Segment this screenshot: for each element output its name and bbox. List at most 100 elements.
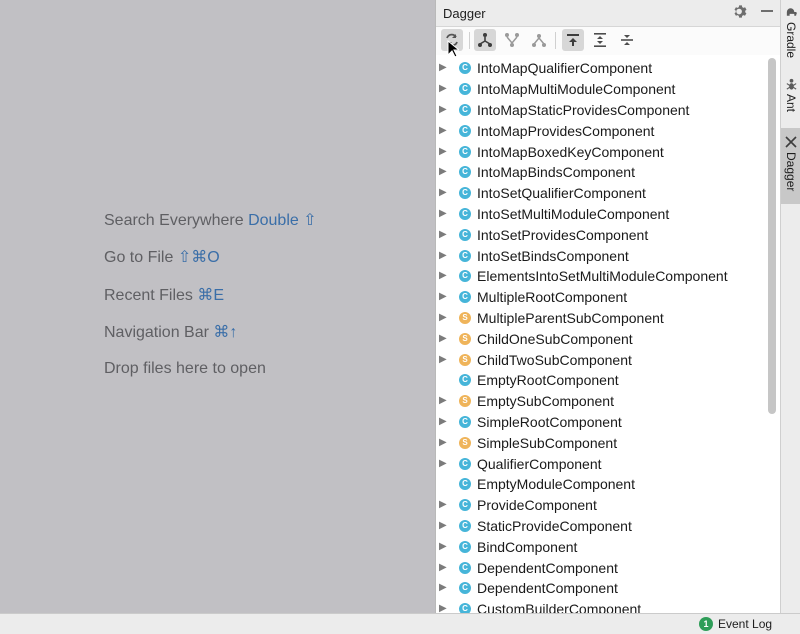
event-count-badge: 1 xyxy=(699,617,713,631)
show-children-button[interactable] xyxy=(528,29,550,51)
expand-arrow-icon[interactable]: ▶ xyxy=(439,458,448,469)
tree-row[interactable]: ▶ C SimpleRootComponent xyxy=(436,412,766,433)
hint-drop-files: Drop files here to open xyxy=(104,360,266,378)
event-log-button[interactable]: 1 Event Log xyxy=(699,617,772,631)
tree-row[interactable]: ▶ C StaticProvideComponent xyxy=(436,516,766,537)
tree-row[interactable]: ▶ C IntoMapMultiModuleComponent xyxy=(436,79,766,100)
expand-arrow-icon[interactable]: ▶ xyxy=(439,292,448,302)
expand-arrow-icon[interactable]: ▶ xyxy=(439,333,448,344)
expand-arrow-icon[interactable]: ▶ xyxy=(439,354,448,365)
tree-row[interactable]: ▶ C IntoMapQualifierComponent xyxy=(436,58,766,79)
component-icon: C xyxy=(459,603,471,613)
component-icon: C xyxy=(459,540,471,553)
autoscroll-button[interactable] xyxy=(562,29,584,51)
tree-row[interactable]: ▶ C IntoMapProvidesComponent xyxy=(436,120,766,141)
component-icon: C xyxy=(459,124,471,137)
tree-row-label: QualifierComponent xyxy=(477,455,602,472)
subcomponent-icon: S xyxy=(459,436,471,449)
stripe-tab-dagger[interactable]: Dagger xyxy=(781,128,800,204)
expand-all-icon xyxy=(594,33,606,47)
tree-row-label: MultipleParentSubComponent xyxy=(477,309,664,326)
tree-row[interactable]: ▶ S MultipleParentSubComponent xyxy=(436,308,766,329)
tree-row-label: IntoSetProvidesComponent xyxy=(477,226,649,243)
tree-row[interactable]: ▶ S ChildOneSubComponent xyxy=(436,328,766,349)
expand-arrow-icon[interactable]: ▶ xyxy=(439,312,448,323)
tree-row-label: ProvideComponent xyxy=(477,497,597,514)
expand-arrow-icon[interactable]: ▶ xyxy=(439,604,448,613)
tree-row[interactable]: ▶ C MultipleRootComponent xyxy=(436,287,766,308)
component-icon: C xyxy=(459,561,471,574)
hint-text: Navigation Bar xyxy=(104,324,214,341)
tree-row-label: IntoSetQualifierComponent xyxy=(477,185,646,202)
expand-arrow-icon[interactable]: ▶ xyxy=(439,146,448,157)
expand-arrow-icon[interactable]: ▶ xyxy=(439,541,448,552)
expand-arrow-icon[interactable]: ▶ xyxy=(439,63,448,73)
tree-row[interactable]: ▶ C DependentComponent xyxy=(436,578,766,599)
expand-arrow-icon[interactable]: ▶ xyxy=(439,500,448,510)
expand-arrow-icon[interactable]: ▶ xyxy=(439,84,448,94)
tree-row[interactable]: ▶ C BindComponent xyxy=(436,536,766,557)
component-icon: C xyxy=(459,519,471,532)
expand-arrow-icon[interactable]: ▶ xyxy=(439,520,448,531)
component-icon: C xyxy=(459,457,471,470)
tree-row[interactable]: ▶ C IntoSetQualifierComponent xyxy=(436,183,766,204)
expand-arrow-icon[interactable]: ▶ xyxy=(439,188,448,198)
tree-row-label: IntoMapBoxedKeyComponent xyxy=(477,143,664,160)
component-icon: C xyxy=(459,207,471,220)
hint-text: Drop files here to open xyxy=(104,360,266,377)
hint-shortcut: ⌘↑ xyxy=(213,324,238,341)
gear-icon[interactable] xyxy=(731,4,749,22)
subcomponent-icon: S xyxy=(459,395,471,408)
expand-arrow-icon[interactable]: ▶ xyxy=(439,271,448,281)
tree-row[interactable]: ▶ S EmptySubComponent xyxy=(436,391,766,412)
tree-row[interactable]: ▶ S ChildTwoSubComponent xyxy=(436,349,766,370)
collapse-all-button[interactable] xyxy=(616,29,638,51)
hint-text: Recent Files xyxy=(104,287,198,304)
tree-row-label: EmptyRootComponent xyxy=(477,372,619,389)
tree-row[interactable]: ▶ C IntoMapBindsComponent xyxy=(436,162,766,183)
dagger-icon xyxy=(785,136,797,148)
tree-row[interactable]: ▶ C IntoSetMultiModuleComponent xyxy=(436,204,766,225)
tree-row[interactable]: ▶ C QualifierComponent xyxy=(436,453,766,474)
tree-row-label: BindComponent xyxy=(477,538,578,555)
expand-arrow-icon[interactable]: ▶ xyxy=(439,396,448,406)
tree-row-label: CustomBuilderComponent xyxy=(477,601,642,613)
tree-row-label: IntoSetMultiModuleComponent xyxy=(477,205,670,222)
expand-arrow-icon[interactable]: ▶ xyxy=(439,167,448,177)
expand-arrow-icon[interactable]: ▶ xyxy=(439,104,448,115)
stripe-tab-gradle[interactable]: Gradle xyxy=(781,6,800,68)
expand-arrow-icon[interactable]: ▶ xyxy=(439,229,448,240)
stripe-tab-ant[interactable]: Ant xyxy=(781,78,800,122)
show-dependency-graph-button[interactable] xyxy=(474,29,496,51)
tree-row[interactable]: C EmptyRootComponent xyxy=(436,370,766,391)
minimize-icon[interactable] xyxy=(758,4,776,22)
dagger-toolbar xyxy=(436,27,780,55)
tree-row[interactable]: ▶ C IntoMapBoxedKeyComponent xyxy=(436,141,766,162)
tree-row[interactable]: C EmptyModuleComponent xyxy=(436,474,766,495)
tree-row[interactable]: ▶ C IntoMapStaticProvidesComponent xyxy=(436,100,766,121)
tool-window-header: Dagger xyxy=(436,0,780,27)
component-icon: C xyxy=(459,291,471,304)
expand-arrow-icon[interactable]: ▶ xyxy=(439,416,448,427)
expand-arrow-icon[interactable]: ▶ xyxy=(439,250,448,261)
expand-arrow-icon[interactable]: ▶ xyxy=(439,208,448,219)
expand-all-button[interactable] xyxy=(589,29,611,51)
tree-row[interactable]: ▶ C ElementsIntoSetMultiModuleComponent xyxy=(436,266,766,287)
collapse-all-icon xyxy=(621,35,633,45)
tree-row[interactable]: ▶ S SimpleSubComponent xyxy=(436,432,766,453)
expand-arrow-icon[interactable]: ▶ xyxy=(439,583,448,593)
expand-arrow-icon[interactable]: ▶ xyxy=(439,562,448,573)
expand-arrow-icon[interactable]: ▶ xyxy=(439,125,448,136)
expand-arrow-icon[interactable]: ▶ xyxy=(439,437,448,448)
show-parents-button[interactable] xyxy=(501,29,523,51)
tree-row[interactable]: ▶ C ProvideComponent xyxy=(436,495,766,516)
tree-row[interactable]: ▶ C DependentComponent xyxy=(436,557,766,578)
tree-row[interactable]: ▶ C IntoSetBindsComponent xyxy=(436,245,766,266)
dagger-tool-window: Dagger ▶ C IntoMapQualifierComponent ▶ C… xyxy=(435,0,780,613)
tree-row[interactable]: ▶ C CustomBuilderComponent xyxy=(436,599,766,613)
stripe-tab-label: Dagger xyxy=(784,152,798,192)
toolbar-separator xyxy=(555,32,556,49)
tree-row[interactable]: ▶ C IntoSetProvidesComponent xyxy=(436,224,766,245)
tree-scrollbar[interactable] xyxy=(768,58,776,414)
tree-row-label: IntoMapMultiModuleComponent xyxy=(477,81,676,98)
